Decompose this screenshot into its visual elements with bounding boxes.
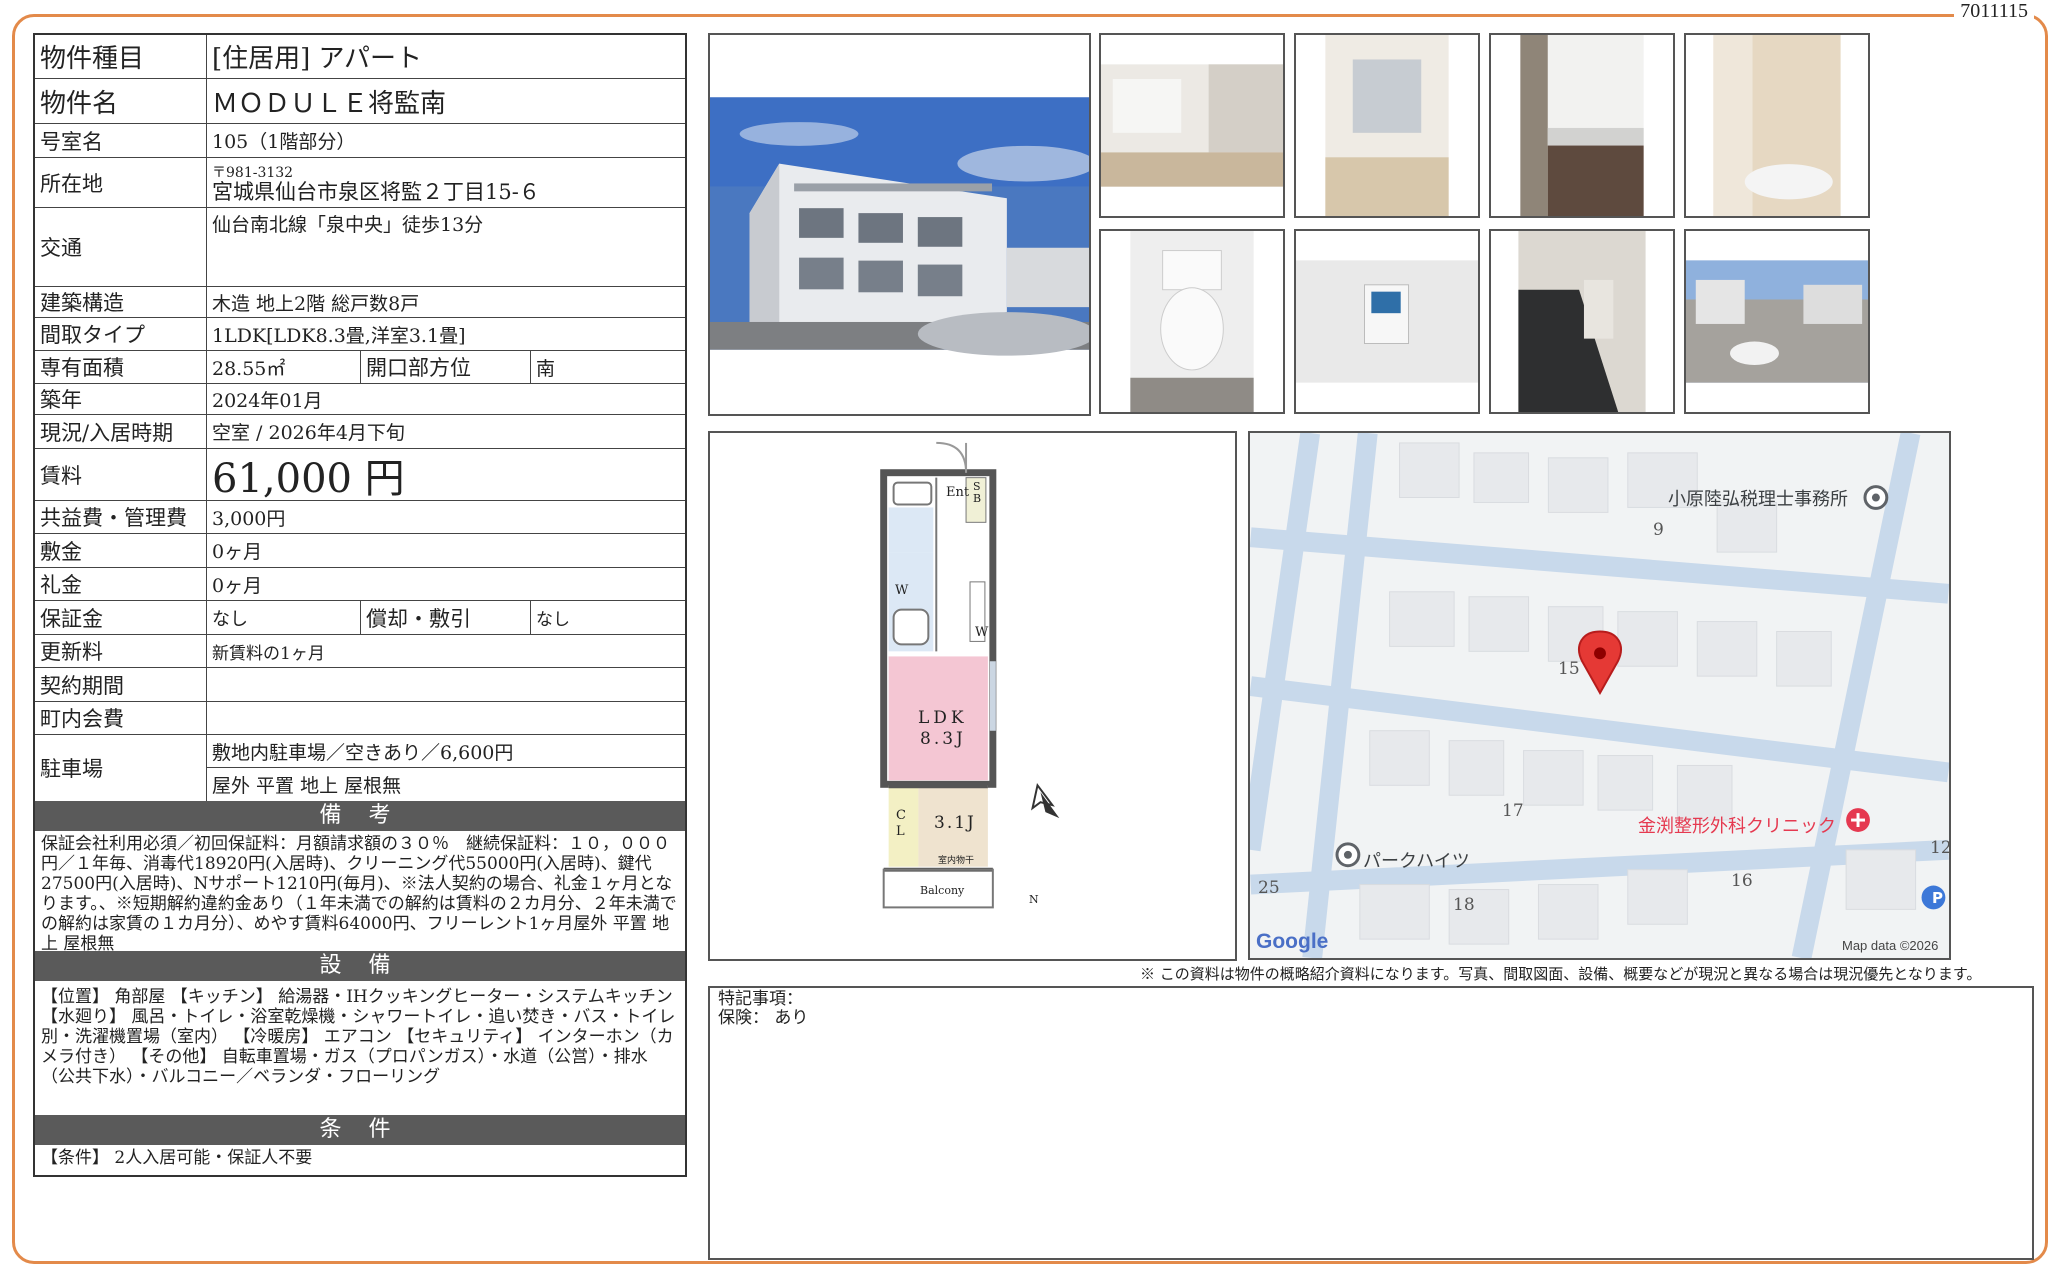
layout-label: 間取タイプ	[35, 318, 207, 350]
map-block-12: 12	[1930, 838, 1951, 858]
balcony-photo	[1489, 229, 1675, 414]
disclaimer-notice: ※ この資料は物件の概略紹介資料になります。写真、間取図面、設備、概要などが現況…	[1140, 965, 1982, 983]
location-map[interactable]: 小原陸弘税理士事務所 金渕整形外科クリニック パークハイツ 9 15 17 16…	[1248, 431, 1951, 960]
conditions-header: 条 件	[35, 1115, 685, 1145]
room-size: 3.1J	[934, 813, 976, 833]
built-label: 築年	[35, 384, 207, 414]
map-block-17: 17	[1502, 801, 1524, 821]
term-label: 契約期間	[35, 668, 207, 701]
room-label: 号室名	[35, 124, 207, 157]
intercom-photo	[1294, 229, 1480, 414]
toilet-photo	[1099, 229, 1285, 414]
map-poi-park-heights[interactable]: パークハイツ	[1363, 847, 1470, 873]
document-id: 7011115	[1954, 0, 2034, 23]
google-logo: Google	[1256, 930, 1329, 953]
address-label: 所在地	[35, 158, 207, 207]
traffic-label: 交通	[35, 208, 207, 286]
guarantee-label: 保証金	[35, 601, 207, 634]
closet-label: CL	[896, 808, 906, 839]
equipment-text: 【位置】 角部屋 【キッチン】 給湯器・IHクッキングヒーター・システムキッチン…	[41, 987, 676, 1087]
map-block-16: 16	[1731, 871, 1753, 891]
parking-label: 駐車場	[35, 735, 207, 801]
association-fee-label: 町内会費	[35, 702, 207, 734]
entrance-label: Ent	[946, 485, 970, 500]
address-cell: 〒981-3132 宮城県仙台市泉区将監２丁目15-６	[207, 158, 685, 207]
parking-value-1: 敷地内駐車場／空きあり／6,600円	[207, 735, 685, 768]
area-label: 専有面積	[35, 351, 207, 383]
structure-value: 木造 地上2階 総戸数8戸	[212, 292, 420, 315]
room-value: 105（1階部分）	[212, 131, 356, 153]
conditions-text: 【条件】 2人入居可能・保証人不要	[41, 1148, 313, 1168]
floor-plan: Ent SB W W LDK 8.3J CL 3.1J 室内物干 Balcony…	[708, 431, 1237, 961]
shoe-box-label: SB	[973, 480, 982, 505]
term-value	[207, 668, 685, 701]
guarantee-value: なし	[207, 601, 361, 634]
direction-label: 開口部方位	[361, 351, 531, 383]
layout-value: 1LDK[LDK8.3畳,洋室3.1畳]	[212, 324, 466, 347]
room-photo-1	[1099, 33, 1285, 218]
amortization-value: なし	[536, 610, 570, 630]
status-value: 空室 / 2026年4月下旬	[212, 422, 405, 444]
map-block-25: 25	[1258, 878, 1280, 898]
special-notes-box: 特記事項： 保険： あり	[708, 986, 2034, 1260]
remarks-text: 保証会社利用必須／初回保証料：月額請求額の３０％ 継続保証料：１０，０００円／１…	[41, 834, 677, 954]
insurance-note: 保険： あり	[718, 1008, 809, 1028]
area-value: 28.55㎡	[207, 351, 361, 383]
association-fee-value	[207, 702, 685, 734]
status-label: 現況/入居時期	[35, 415, 207, 448]
rent-label: 賃料	[35, 449, 207, 500]
room-photo-2	[1294, 33, 1480, 218]
exterior-photo	[708, 33, 1091, 416]
balcony-label: Balcony	[920, 884, 965, 897]
key-money-label: 礼金	[35, 568, 207, 600]
traffic-value: 仙台南北線「泉中央」徒歩13分	[212, 214, 484, 236]
amortization-label: 償却・敷引	[361, 601, 531, 634]
type-value: [住居用] アパート	[212, 44, 423, 74]
renewal-label: 更新料	[35, 635, 207, 667]
map-block-18: 18	[1453, 895, 1475, 915]
map-credit: Map data ©2026	[1842, 938, 1939, 953]
map-block-9: 9	[1653, 520, 1664, 540]
key-money-value: 0ヶ月	[212, 574, 263, 597]
drying-area-label: 室内物干	[938, 856, 975, 866]
parking-value-2: 屋外 平置 地上 屋根無	[212, 775, 402, 797]
name-label: 物件名	[35, 79, 207, 123]
map-block-15: 15	[1558, 659, 1580, 679]
map-poi-tax-office[interactable]: 小原陸弘税理士事務所	[1668, 485, 1848, 511]
bathroom-photo	[1684, 33, 1870, 218]
parking-icon[interactable]: P	[1932, 889, 1943, 907]
property-name: ＭＯＤＵＬＥ将監南	[212, 88, 447, 119]
north-arrow-icon: N	[1029, 893, 1039, 906]
surroundings-photo	[1684, 229, 1870, 414]
rent-value: 61,000 円	[212, 455, 405, 502]
ldk-size: 8.3J	[920, 729, 966, 749]
address-value: 宮城県仙台市泉区将監２丁目15-６	[212, 179, 540, 204]
type-label: 物件種目	[35, 35, 207, 78]
direction-value: 南	[536, 357, 556, 380]
fee-value: 3,000円	[212, 507, 286, 530]
deposit-label: 敷金	[35, 534, 207, 567]
special-notes-label: 特記事項：	[718, 989, 803, 1009]
deposit-value: 0ヶ月	[212, 541, 263, 563]
closet-w-label: W	[975, 625, 989, 640]
kitchen-photo	[1489, 33, 1675, 218]
fee-label: 共益費・管理費	[35, 501, 207, 533]
remarks-header: 備 考	[35, 801, 685, 831]
built-value: 2024年01月	[212, 389, 323, 412]
parking-cell: 敷地内駐車場／空きあり／6,600円 屋外 平置 地上 屋根無	[207, 735, 685, 801]
equipment-header: 設 備	[35, 951, 685, 981]
structure-label: 建築構造	[35, 287, 207, 317]
washer-label: W	[895, 583, 909, 598]
ldk-label: LDK	[918, 708, 968, 728]
map-poi-clinic[interactable]: 金渕整形外科クリニック	[1638, 812, 1836, 838]
property-spec-table: 物件種目 [住居用] アパート 物件名 ＭＯＤＵＬＥ将監南 号室名 105（1階…	[33, 33, 687, 1177]
renewal-value: 新賃料の1ヶ月	[212, 643, 325, 664]
